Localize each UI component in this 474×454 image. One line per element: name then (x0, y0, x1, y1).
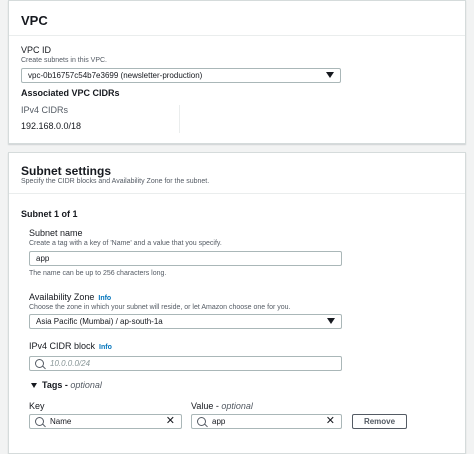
vpc-id-value: vpc-0b16757c54b7e3699 (newsletter-produc… (28, 71, 203, 80)
ipv4-cidr-label-text: IPv4 CIDR block (29, 341, 96, 351)
availability-zone-label-text: Availability Zone (29, 292, 95, 302)
tag-key-value: Name (50, 417, 72, 426)
associated-cidrs-title: Associated VPC CIDRs (21, 88, 120, 98)
subnet-panel-header: Subnet settings Specify the CIDR blocks … (9, 153, 465, 194)
tags-toggle[interactable]: Tags - optional (31, 380, 102, 390)
remove-tag-button[interactable]: Remove (352, 414, 407, 429)
subnet-name-label: Subnet name (29, 228, 83, 238)
search-icon (35, 359, 44, 368)
subnet-name-value: app (36, 254, 50, 263)
subnet-name-input[interactable]: app (29, 251, 342, 266)
availability-zone-description: Choose the zone in which your subnet wil… (29, 304, 291, 311)
ipv4-cidr-input[interactable]: 10.0.0.0/24 (29, 356, 342, 371)
tag-value-input[interactable]: app ✕ (191, 414, 342, 429)
vpc-panel-title: VPC (21, 13, 48, 28)
availability-zone-select[interactable]: Asia Pacific (Mumbai) / ap-south-1a (29, 314, 342, 329)
ipv4-cidr-label: IPv4 CIDR block Info (29, 341, 112, 351)
value-label-text: Value - (191, 401, 222, 411)
subnet-heading: Subnet 1 of 1 (21, 209, 78, 219)
availability-zone-info-link[interactable]: Info (98, 295, 111, 302)
ipv4-cidrs-value: 192.168.0.0/18 (21, 121, 82, 131)
value-label: Value - optional (191, 401, 253, 411)
tag-value-value: app (212, 417, 226, 426)
vpc-id-select[interactable]: vpc-0b16757c54b7e3699 (newsletter-produc… (21, 68, 341, 83)
tags-optional: optional (70, 380, 102, 390)
vpc-panel: VPC VPC ID Create subnets in this VPC. v… (8, 0, 466, 144)
vpc-id-description: Create subnets in this VPC. (21, 57, 107, 64)
chevron-down-icon (327, 318, 335, 324)
key-label: Key (29, 401, 45, 411)
subnet-name-description: Create a tag with a key of 'Name' and a … (29, 240, 222, 247)
subnet-settings-panel: Subnet settings Specify the CIDR blocks … (8, 152, 466, 454)
ipv4-cidr-info-link[interactable]: Info (99, 344, 112, 351)
column-divider (179, 105, 180, 133)
clear-icon[interactable]: ✕ (326, 415, 335, 428)
search-icon (35, 417, 44, 426)
subnet-settings-title: Subnet settings (21, 164, 112, 178)
subnet-name-hint: The name can be up to 256 characters lon… (29, 270, 167, 277)
tag-key-input[interactable]: Name ✕ (29, 414, 182, 429)
ipv4-cidr-placeholder: 10.0.0.0/24 (50, 359, 91, 368)
chevron-down-icon (326, 72, 334, 78)
availability-zone-label: Availability Zone Info (29, 292, 111, 302)
value-optional: optional (221, 401, 253, 411)
subnet-settings-description: Specify the CIDR blocks and Availability… (21, 178, 210, 185)
vpc-panel-header: VPC (9, 1, 465, 36)
caret-down-icon (31, 383, 37, 389)
clear-icon[interactable]: ✕ (166, 415, 175, 428)
vpc-id-label: VPC ID (21, 45, 52, 55)
ipv4-cidrs-label: IPv4 CIDRs (21, 105, 69, 115)
search-icon (197, 417, 206, 426)
availability-zone-value: Asia Pacific (Mumbai) / ap-south-1a (36, 317, 163, 326)
tags-label: Tags - (42, 380, 71, 390)
